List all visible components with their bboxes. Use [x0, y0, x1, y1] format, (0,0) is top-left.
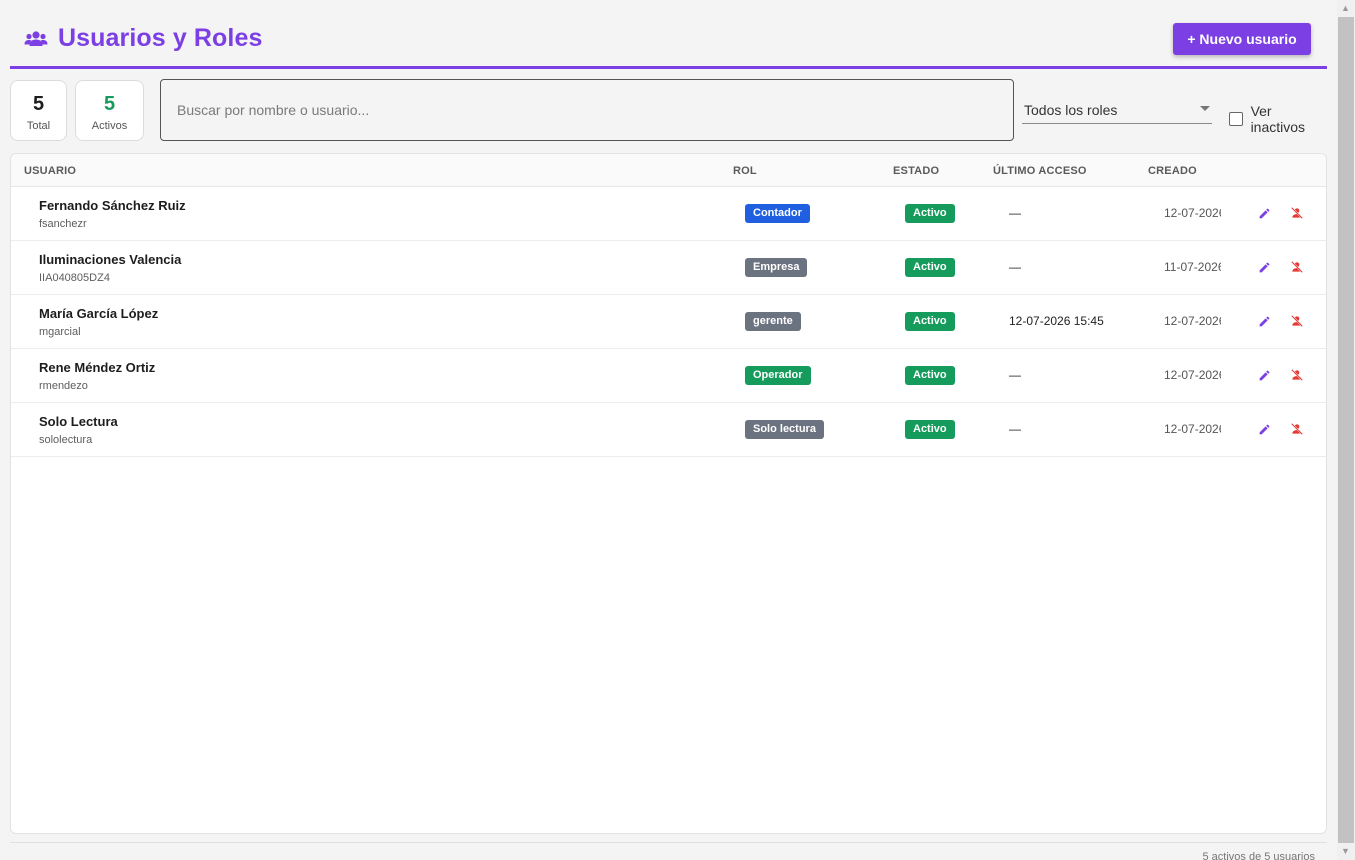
stat-active-value: 5: [103, 93, 116, 115]
user-off-icon: [1290, 260, 1304, 274]
user-name: Rene Méndez Ortiz: [39, 360, 156, 375]
deactivate-user-button[interactable]: [1287, 419, 1307, 439]
pencil-icon: [1258, 315, 1271, 328]
deactivate-user-button[interactable]: [1287, 311, 1307, 331]
col-header-ultimo-acceso[interactable]: ÚLTIMO ACCESO: [993, 165, 1087, 177]
scrollbar-thumb[interactable]: [1338, 17, 1354, 843]
users-roles-page: Usuarios y Roles + Nuevo usuario 5 Total…: [10, 0, 1327, 860]
col-header-usuario[interactable]: USUARIO: [24, 165, 76, 177]
status-badge: Activo: [905, 420, 955, 439]
col-header-rol[interactable]: ROL: [733, 165, 757, 177]
role-badge: Contador: [745, 204, 810, 223]
user-login: sololectura: [39, 434, 93, 446]
role-badge: gerente: [745, 312, 801, 331]
user-name: Iluminaciones Valencia: [39, 252, 182, 267]
created-date: 12-07-2026: [1164, 206, 1221, 220]
col-header-estado[interactable]: ESTADO: [893, 165, 939, 177]
user-login: fsanchezr: [39, 218, 87, 230]
stat-total: 5 Total: [10, 80, 67, 141]
chevron-down-icon: [1200, 106, 1210, 111]
status-badge: Activo: [905, 312, 955, 331]
last-access: 12-07-2026 15:45: [1009, 314, 1104, 328]
user-name: Solo Lectura: [39, 414, 118, 429]
deactivate-user-button[interactable]: [1287, 257, 1307, 277]
created-date: 12-07-2026: [1164, 314, 1221, 328]
search-input[interactable]: [160, 79, 1014, 141]
user-off-icon: [1290, 422, 1304, 436]
scroll-down-icon[interactable]: ▼: [1341, 846, 1350, 856]
pencil-icon: [1258, 207, 1271, 220]
stat-active-label: Activos: [91, 120, 128, 132]
last-access: —: [1009, 260, 1021, 274]
table-row[interactable]: Rene Méndez Ortiz rmendezo Operador Activo —…: [11, 349, 1326, 403]
users-icon: [24, 29, 48, 49]
edit-user-button[interactable]: [1254, 365, 1274, 385]
status-badge: Activo: [905, 204, 955, 223]
users-table: USUARIO ROL ESTADO ÚLTIMO ACCESO CREADO …: [10, 153, 1327, 834]
deactivate-user-button[interactable]: [1287, 365, 1307, 385]
user-name: María García López: [39, 306, 159, 321]
created-date: 12-07-2026: [1164, 422, 1221, 436]
pencil-icon: [1258, 261, 1271, 274]
col-header-creado[interactable]: CREADO: [1148, 165, 1197, 177]
user-off-icon: [1290, 206, 1304, 220]
role-filter-value: Todos los roles: [1024, 102, 1118, 118]
table-row[interactable]: Fernando Sánchez Ruiz fsanchezr Contador Ac…: [11, 187, 1326, 241]
user-login: rmendezo: [39, 380, 88, 392]
table-header: USUARIO ROL ESTADO ÚLTIMO ACCESO CREADO: [11, 154, 1326, 187]
role-filter-select[interactable]: Todos los roles: [1022, 97, 1212, 124]
user-login: mgarcial: [39, 326, 81, 338]
stat-total-value: 5: [32, 93, 45, 115]
pencil-icon: [1258, 423, 1271, 436]
show-inactive-checkbox[interactable]: [1229, 112, 1243, 126]
page-header: Usuarios y Roles + Nuevo usuario: [10, 0, 1327, 69]
table-row[interactable]: María García López mgarcial gerente Activo 1…: [11, 295, 1326, 349]
status-badge: Activo: [905, 258, 955, 277]
edit-user-button[interactable]: [1254, 419, 1274, 439]
table-row[interactable]: Solo Lectura sololectura Solo lectura Activ…: [11, 403, 1326, 457]
user-name: Fernando Sánchez Ruiz: [39, 198, 186, 213]
user-login: IIA040805DZ4: [39, 272, 110, 284]
user-off-icon: [1290, 314, 1304, 328]
role-badge: Solo lectura: [745, 420, 824, 439]
created-date: 12-07-2026: [1164, 368, 1221, 382]
stat-active: 5 Activos: [75, 80, 144, 141]
last-access: —: [1009, 368, 1021, 382]
user-off-icon: [1290, 368, 1304, 382]
edit-user-button[interactable]: [1254, 311, 1274, 331]
show-inactive-toggle[interactable]: Ver inactivos: [1229, 103, 1327, 135]
role-badge: Empresa: [745, 258, 808, 277]
deactivate-user-button[interactable]: [1287, 203, 1307, 223]
created-date: 11-07-2026: [1164, 260, 1221, 274]
last-access: —: [1009, 422, 1021, 436]
footer-summary: 5 activos de 5 usuarios: [1202, 851, 1315, 860]
pencil-icon: [1258, 369, 1271, 382]
table-row[interactable]: Iluminaciones Valencia IIA040805DZ4 Empres…: [11, 241, 1326, 295]
new-user-button[interactable]: + Nuevo usuario: [1173, 23, 1311, 55]
show-inactive-label: Ver inactivos: [1250, 103, 1306, 135]
table-footer: 5 activos de 5 usuarios: [10, 842, 1327, 860]
page-title: Usuarios y Roles: [58, 24, 263, 52]
edit-user-button[interactable]: [1254, 257, 1274, 277]
stat-total-label: Total: [26, 120, 51, 132]
status-badge: Activo: [905, 366, 955, 385]
scroll-up-icon[interactable]: ▲: [1341, 3, 1350, 13]
last-access: —: [1009, 206, 1021, 220]
role-badge: Operador: [745, 366, 811, 385]
edit-user-button[interactable]: [1254, 203, 1274, 223]
vertical-scrollbar[interactable]: ▲ ▼: [1337, 0, 1355, 860]
title-wrap: Usuarios y Roles: [24, 24, 262, 53]
